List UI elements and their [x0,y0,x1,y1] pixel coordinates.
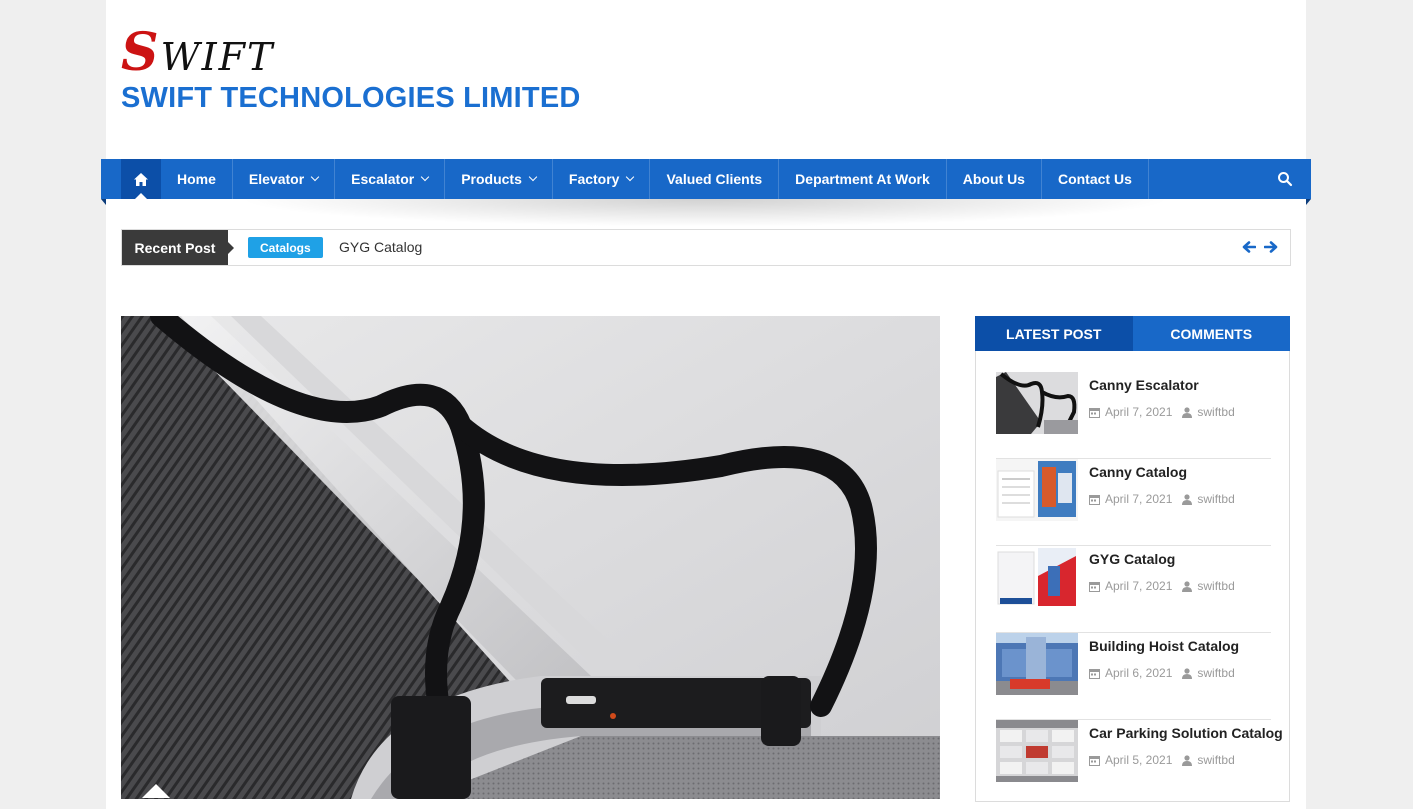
tab-comments[interactable]: COMMENTS [1132,316,1290,351]
site-logo[interactable]: SWIFT [121,22,275,83]
nav-item-label: Contact Us [1057,171,1132,187]
post-title[interactable]: GYG Catalog [1089,551,1175,567]
post-meta: April 6, 2021 swiftbd [1089,666,1235,680]
logo-script: SWIFT [121,22,275,83]
chevron-down-icon [528,172,538,182]
chevron-down-icon [420,172,430,182]
calendar-icon [1089,581,1100,592]
post-meta: April 5, 2021 swiftbd [1089,753,1235,767]
nav-item-products[interactable]: Products [445,159,553,199]
post-meta: April 7, 2021 swiftbd [1089,492,1235,506]
nav-item-label: Products [461,171,522,187]
post-thumbnail[interactable] [996,546,1078,608]
post-author[interactable]: swiftbd [1197,753,1234,767]
ticker-label: Recent Post [122,230,234,265]
post-thumbnail[interactable] [996,372,1078,434]
nav-shadow [200,199,1210,229]
latest-post-item[interactable]: Canny Catalog April 7, 2021 swiftbd [996,459,1271,546]
site-title[interactable]: SWIFT TECHNOLOGIES LIMITED [121,82,581,115]
post-thumbnail[interactable] [996,459,1078,521]
ticker-post-link[interactable]: GYG Catalog [339,239,422,255]
nav-item-elevator[interactable]: Elevator [233,159,336,199]
hero-caption-strip [121,799,940,809]
arrow-right-icon[interactable] [1264,240,1278,254]
main-nav: Home Elevator Escalator Products Factory Valu… [101,159,1311,205]
post-thumbnail[interactable] [996,720,1078,782]
user-icon [1182,580,1193,592]
chevron-down-icon [310,172,320,182]
latest-post-item[interactable]: Building Hoist Catalog April 6, 2021 swi… [996,633,1271,720]
latest-post-item[interactable]: GYG Catalog April 7, 2021 swiftbd [996,546,1271,633]
post-date[interactable]: April 7, 2021 [1105,579,1172,593]
sidebar-widget: LATEST POST COMMENTS Canny Escalator Apr… [975,316,1290,802]
nav-item-label: Elevator [248,171,305,187]
escalator-illustration [121,316,940,799]
post-thumbnail[interactable] [996,633,1078,695]
chevron-down-icon [626,172,635,182]
nav-menu: Home Elevator Escalator Products Factory Valu… [161,159,1149,199]
post-title[interactable]: Building Hoist Catalog [1089,638,1239,654]
post-date[interactable]: April 7, 2021 [1105,405,1172,419]
calendar-icon [1089,668,1100,679]
post-author[interactable]: swiftbd [1197,405,1234,419]
post-title[interactable]: Canny Catalog [1089,464,1187,480]
calendar-icon [1089,755,1100,766]
post-meta: April 7, 2021 swiftbd [1089,579,1235,593]
tab-latest-post[interactable]: LATEST POST [975,316,1133,351]
user-icon [1182,406,1193,418]
nav-item-label: Factory [568,171,620,187]
post-date[interactable]: April 5, 2021 [1105,753,1172,767]
category-badge[interactable]: Catalogs [248,237,323,258]
user-icon [1182,667,1193,679]
nav-home-button[interactable] [121,159,161,199]
nav-item-label: About Us [962,171,1025,187]
nav-item-department-at-work[interactable]: Department At Work [779,159,947,199]
post-title[interactable]: Canny Escalator [1089,377,1199,393]
nav-item-about-us[interactable]: About Us [947,159,1042,199]
post-author[interactable]: swiftbd [1197,579,1234,593]
nav-item-label: Valued Clients [666,171,763,187]
nav-item-contact-us[interactable]: Contact Us [1042,159,1149,199]
latest-post-item[interactable]: Car Parking Solution Catalog April 5, 20… [996,720,1283,807]
recent-post-ticker: Recent Post Catalogs GYG Catalog [121,229,1291,266]
ticker-controls [1242,240,1278,254]
nav-item-home[interactable]: Home [161,159,233,199]
nav-item-escalator[interactable]: Escalator [335,159,446,199]
post-date[interactable]: April 7, 2021 [1105,492,1172,506]
user-icon [1182,493,1193,505]
featured-image-escalator[interactable] [121,316,940,799]
nav-item-label: Escalator [351,171,415,187]
hero-notch [142,784,170,798]
nav-item-label: Home [177,171,216,187]
nav-item-label: Department At Work [795,171,930,187]
post-meta: April 7, 2021 swiftbd [1089,405,1235,419]
nav-item-factory[interactable]: Factory [553,159,651,199]
nav-item-valued-clients[interactable]: Valued Clients [650,159,780,199]
latest-post-item[interactable]: Canny Escalator April 7, 2021 swiftbd [996,372,1271,459]
post-date[interactable]: April 6, 2021 [1105,666,1172,680]
search-icon[interactable] [1277,171,1293,187]
user-icon [1182,754,1193,766]
widget-tabs: LATEST POST COMMENTS [975,316,1290,351]
home-icon [134,172,148,186]
post-author[interactable]: swiftbd [1197,666,1234,680]
arrow-left-icon[interactable] [1242,240,1256,254]
calendar-icon [1089,494,1100,505]
calendar-icon [1089,407,1100,418]
post-author[interactable]: swiftbd [1197,492,1234,506]
post-title[interactable]: Car Parking Solution Catalog [1089,725,1283,741]
